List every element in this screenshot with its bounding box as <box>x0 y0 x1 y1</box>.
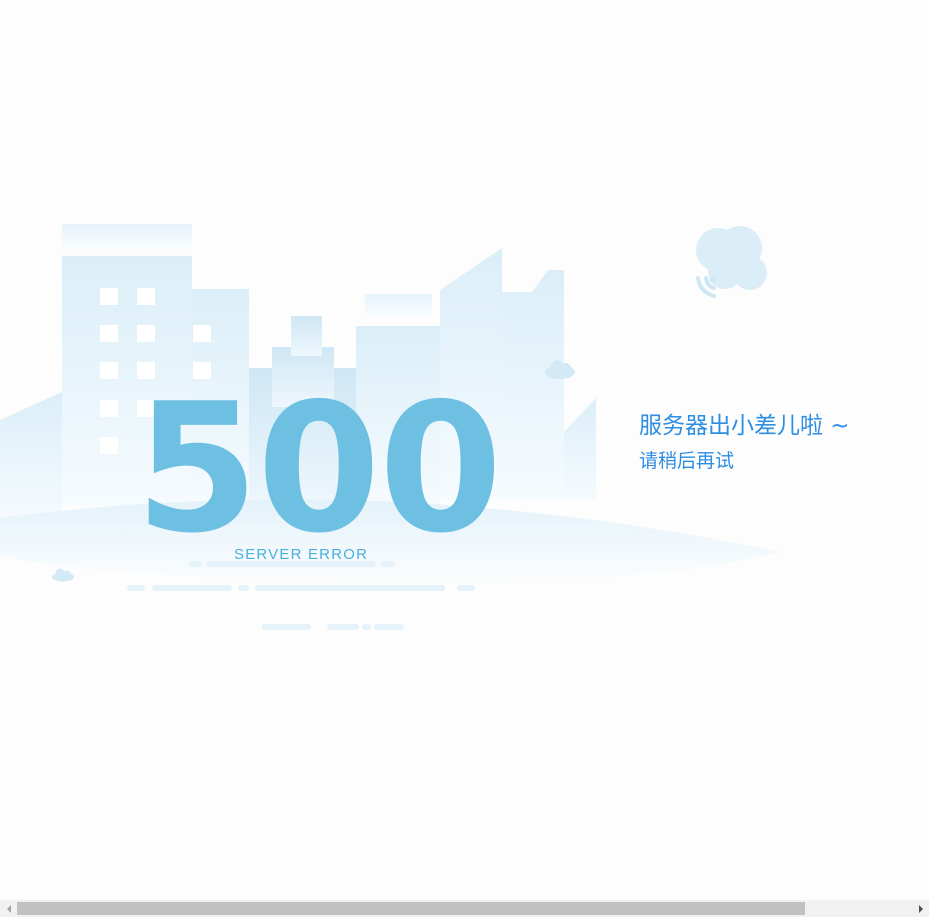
error-label: SERVER ERROR <box>234 546 368 563</box>
arrow-left-icon <box>6 904 11 913</box>
arrow-right-icon <box>918 904 923 913</box>
cloud-icon-small <box>52 568 74 582</box>
error-subtitle: 请稍后再试 <box>639 450 735 472</box>
scroll-right-button[interactable] <box>912 900 929 917</box>
cloud-signal-icon <box>696 226 767 298</box>
building-cap <box>62 224 192 250</box>
left-hill <box>0 392 62 520</box>
scrollbar-thumb[interactable] <box>17 902 805 915</box>
error-title: 服务器出小差儿啦 ~ <box>639 413 850 439</box>
scroll-left-button[interactable] <box>0 900 17 917</box>
error-code: 500 <box>135 365 501 572</box>
error-page: 500 SERVER ERROR 服务器出小差儿啦 ~ 请稍后再试 <box>0 0 929 917</box>
horizontal-scrollbar[interactable] <box>0 900 929 917</box>
error-message: 服务器出小差儿啦 ~ 请稍后再试 <box>639 410 919 476</box>
